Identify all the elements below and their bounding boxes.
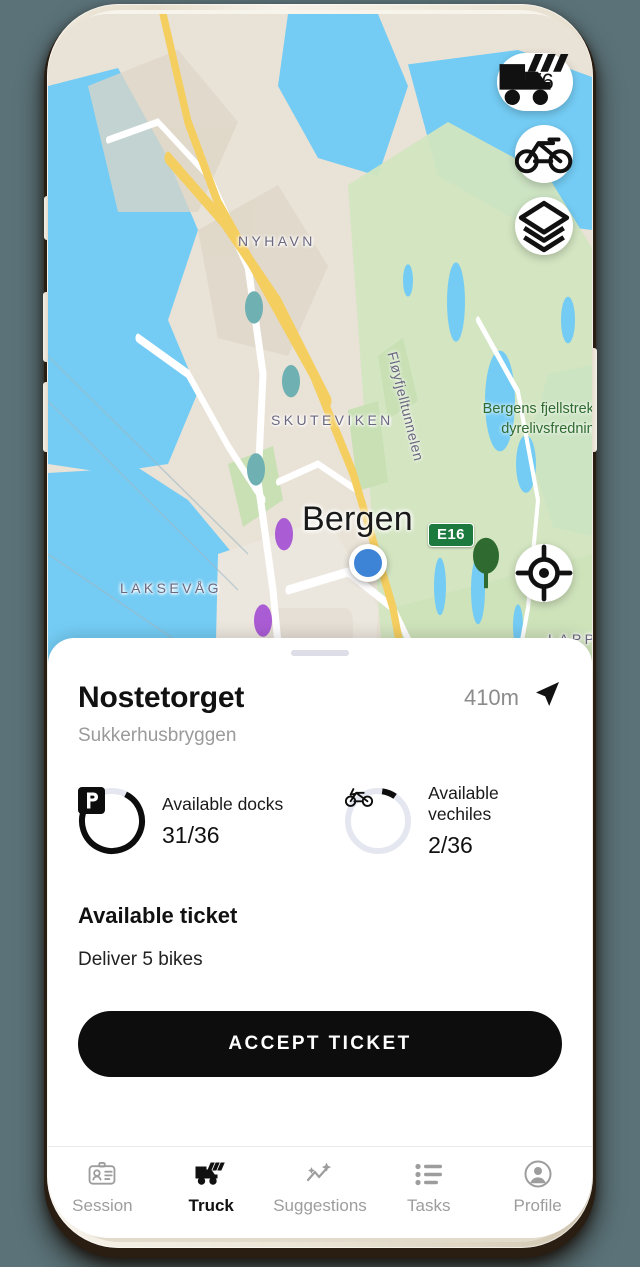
list-icon xyxy=(415,1159,443,1189)
tab-suggestions[interactable]: Suggestions xyxy=(266,1159,375,1216)
map-layers-button[interactable] xyxy=(515,197,573,255)
person-circle-icon xyxy=(524,1159,552,1189)
tab-truck[interactable]: Truck xyxy=(157,1159,266,1216)
stat-available-vehicles: Available vechiles 2/36 xyxy=(344,783,562,859)
station-detail-sheet: Nostetorget 410m Sukkerhusbryggen Availa… xyxy=(48,638,592,1238)
station-name: Nostetorget xyxy=(78,680,245,714)
parking-dock-icon xyxy=(78,787,146,855)
locate-me-button[interactable] xyxy=(515,544,573,602)
accept-ticket-button[interactable]: ACCEPT TICKET xyxy=(78,1011,562,1077)
bottom-tab-bar: Session Truck Suggestions Tasks Profile xyxy=(48,1146,592,1238)
vehicles-text: Available vechiles 2/36 xyxy=(428,783,562,859)
docks-value: 31/36 xyxy=(162,821,220,848)
tab-truck-label: Truck xyxy=(188,1196,234,1215)
bike-filter-button[interactable] xyxy=(515,125,573,183)
vehicles-progress-ring xyxy=(344,787,412,855)
tab-session-label: Session xyxy=(72,1196,133,1215)
distance-text: 410m xyxy=(463,684,519,710)
tab-tasks[interactable]: Tasks xyxy=(374,1159,483,1216)
station-subtitle: Sukkerhusbryggen xyxy=(78,725,237,746)
ticket-heading: Available ticket xyxy=(78,903,238,928)
station-stats: Available docks 31/36 Available vechiles… xyxy=(78,783,562,859)
docks-progress-ring xyxy=(78,787,146,855)
docks-label: Available docks xyxy=(162,793,284,814)
sparkle-chart-icon xyxy=(305,1159,335,1189)
tab-profile-label: Profile xyxy=(513,1196,562,1215)
user-location-dot xyxy=(349,544,387,582)
vehicles-value: 2/36 xyxy=(428,832,473,858)
truck-icon xyxy=(195,1159,227,1189)
tab-suggestions-label: Suggestions xyxy=(273,1196,367,1215)
bike-icon xyxy=(344,787,412,855)
vehicles-label: Available vechiles xyxy=(428,783,499,824)
station-header: Nostetorget 410m xyxy=(78,680,562,715)
distance-group[interactable]: 410m xyxy=(464,680,562,715)
sheet-content: Nostetorget 410m Sukkerhusbryggen Availa… xyxy=(48,656,592,1146)
ticket-description: Deliver 5 bikes xyxy=(78,949,203,970)
stat-available-docks: Available docks 31/36 xyxy=(78,783,344,859)
truck-capacity-badge[interactable]: 4/6 xyxy=(496,53,573,111)
tab-tasks-label: Tasks xyxy=(407,1196,451,1215)
tab-profile[interactable]: Profile xyxy=(483,1159,592,1216)
docks-text: Available docks 31/36 xyxy=(162,794,283,849)
tab-session[interactable]: Session xyxy=(48,1159,157,1216)
navigation-arrow-icon[interactable] xyxy=(532,680,562,715)
phone-screen: NYHAVN SKUTEVIKEN LAKSEVÅG LAPPEN Bergen… xyxy=(48,14,592,1238)
id-card-icon xyxy=(88,1159,116,1189)
screenshot-root: NYHAVN SKUTEVIKEN LAKSEVÅG LAPPEN Bergen… xyxy=(0,0,640,1267)
map-highway-shield-e16: E16 xyxy=(428,523,474,547)
